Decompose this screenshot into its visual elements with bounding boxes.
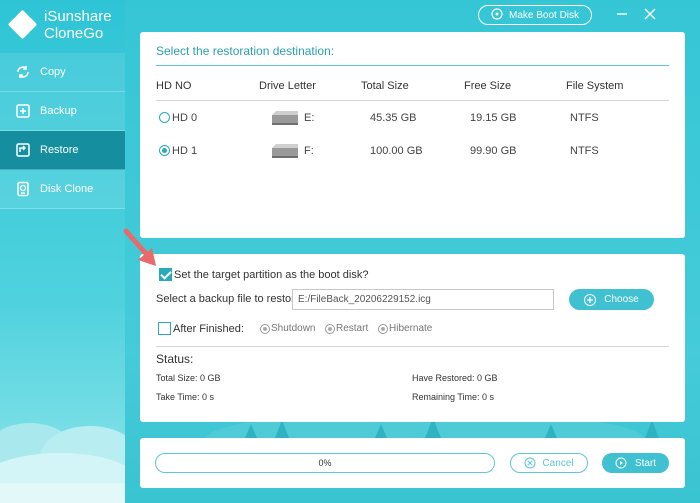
take-time-status: Take Time: 0 s — [156, 392, 215, 402]
cancel-icon — [524, 457, 536, 469]
cloud-decoration — [0, 423, 125, 503]
app-logo: iSunshare CloneGo — [7, 8, 112, 42]
main-area: Make Boot Disk Select the restoration de… — [125, 0, 700, 503]
app-name-line2: CloneGo — [44, 25, 104, 42]
header-divider — [156, 100, 669, 101]
sidebar-nav: Copy Backup Restore Disk Clone — [0, 53, 125, 209]
table-header: HD NO Drive Letter Total Size Free Size … — [156, 80, 669, 100]
plus-icon — [584, 293, 597, 306]
destination-title: Select the restoration destination: — [156, 44, 335, 58]
file-system: NTFS — [570, 145, 599, 157]
column-header: Drive Letter — [259, 80, 316, 92]
sidebar-item-label: Backup — [40, 105, 77, 117]
annotation-arrow-icon — [123, 228, 156, 266]
restart-label: Restart — [336, 323, 369, 334]
boot-disk-label: Set the target partition as the boot dis… — [174, 269, 369, 281]
shutdown-radio[interactable] — [260, 323, 270, 334]
progress-bar: 0% — [155, 453, 495, 473]
hd-radio[interactable] — [159, 145, 170, 156]
app-name-line1: iSunshare — [44, 8, 112, 25]
status-title: Status: — [156, 352, 194, 366]
make-boot-disk-button[interactable]: Make Boot Disk — [478, 5, 592, 25]
sidebar-item-label: Copy — [40, 66, 66, 78]
minimize-icon[interactable] — [614, 6, 630, 22]
drive-letter: E: — [304, 112, 315, 124]
sidebar-item-label: Restore — [40, 144, 79, 156]
free-size: 99.90 GB — [470, 145, 517, 157]
drive-letter: F: — [304, 145, 314, 157]
after-finished-label: After Finished: — [173, 323, 244, 335]
sidebar-item-restore[interactable]: Restore — [0, 131, 125, 170]
action-panel: 0% Cancel Start — [140, 438, 685, 488]
shutdown-label: Shutdown — [271, 323, 316, 334]
status-divider — [156, 346, 669, 347]
free-size: 19.15 GB — [470, 112, 517, 124]
logo-icon — [7, 9, 38, 40]
cancel-label: Cancel — [542, 457, 574, 469]
restore-icon — [14, 141, 32, 159]
play-icon — [615, 457, 627, 469]
backup-icon — [14, 102, 32, 120]
total-size-status: Total Size: 0 GB — [156, 373, 221, 383]
backup-file-input[interactable]: E:/FileBack_20206229152.icg — [292, 289, 554, 310]
title-bar: Make Boot Disk — [125, 4, 700, 26]
close-icon[interactable] — [642, 6, 658, 22]
remaining-time-status: Remaining Time: 0 s — [412, 392, 495, 402]
file-system: NTFS — [570, 112, 599, 124]
restart-radio[interactable] — [325, 323, 335, 334]
after-finished-checkbox[interactable] — [158, 322, 171, 335]
hd-number: HD 0 — [172, 112, 198, 124]
disc-icon — [491, 7, 503, 23]
sidebar-item-label: Disk Clone — [40, 183, 94, 195]
choose-label: Choose — [604, 294, 639, 305]
options-panel: Set the target partition as the boot dis… — [140, 254, 685, 422]
shutdown-option[interactable]: Shutdown — [260, 323, 315, 334]
disk-clone-icon — [14, 180, 32, 198]
start-label: Start — [634, 457, 657, 469]
sidebar-item-disk-clone[interactable]: Disk Clone — [0, 170, 125, 209]
restart-option[interactable]: Restart — [325, 323, 368, 334]
sidebar: iSunshare CloneGo Copy Backup Restore Di… — [0, 0, 125, 503]
hibernate-option[interactable]: Hibernate — [378, 323, 432, 334]
hibernate-radio[interactable] — [378, 323, 388, 334]
have-restored-status: Have Restored: 0 GB — [412, 373, 498, 383]
destination-panel: Select the restoration destination: HD N… — [140, 32, 685, 238]
table-row[interactable]: HD 1 F: 100.00 GB 99.90 GB NTFS — [156, 142, 669, 162]
refresh-icon — [14, 63, 32, 81]
hd-number: HD 1 — [172, 145, 198, 157]
column-header: Free Size — [464, 80, 512, 92]
sidebar-item-backup[interactable]: Backup — [0, 92, 125, 131]
column-header: File System — [566, 80, 624, 92]
total-size: 45.35 GB — [370, 112, 417, 124]
backup-file-label: Select a backup file to restore: — [156, 293, 304, 305]
table-row[interactable]: HD 0 E: 45.35 GB 19.15 GB NTFS — [156, 109, 669, 129]
hibernate-label: Hibernate — [389, 323, 433, 334]
make-boot-disk-label: Make Boot Disk — [508, 9, 580, 21]
total-size: 100.00 GB — [370, 145, 423, 157]
hd-radio[interactable] — [159, 112, 170, 123]
start-button[interactable]: Start — [602, 453, 669, 473]
sidebar-item-copy[interactable]: Copy — [0, 53, 125, 92]
choose-button[interactable]: Choose — [569, 289, 654, 310]
hard-drive-icon — [270, 143, 300, 162]
title-divider — [156, 65, 669, 66]
hard-drive-icon — [270, 110, 300, 129]
column-header: Total Size — [361, 80, 409, 92]
column-header: HD NO — [156, 80, 192, 92]
cancel-button[interactable]: Cancel — [510, 453, 588, 473]
progress-text: 0% — [318, 458, 332, 468]
